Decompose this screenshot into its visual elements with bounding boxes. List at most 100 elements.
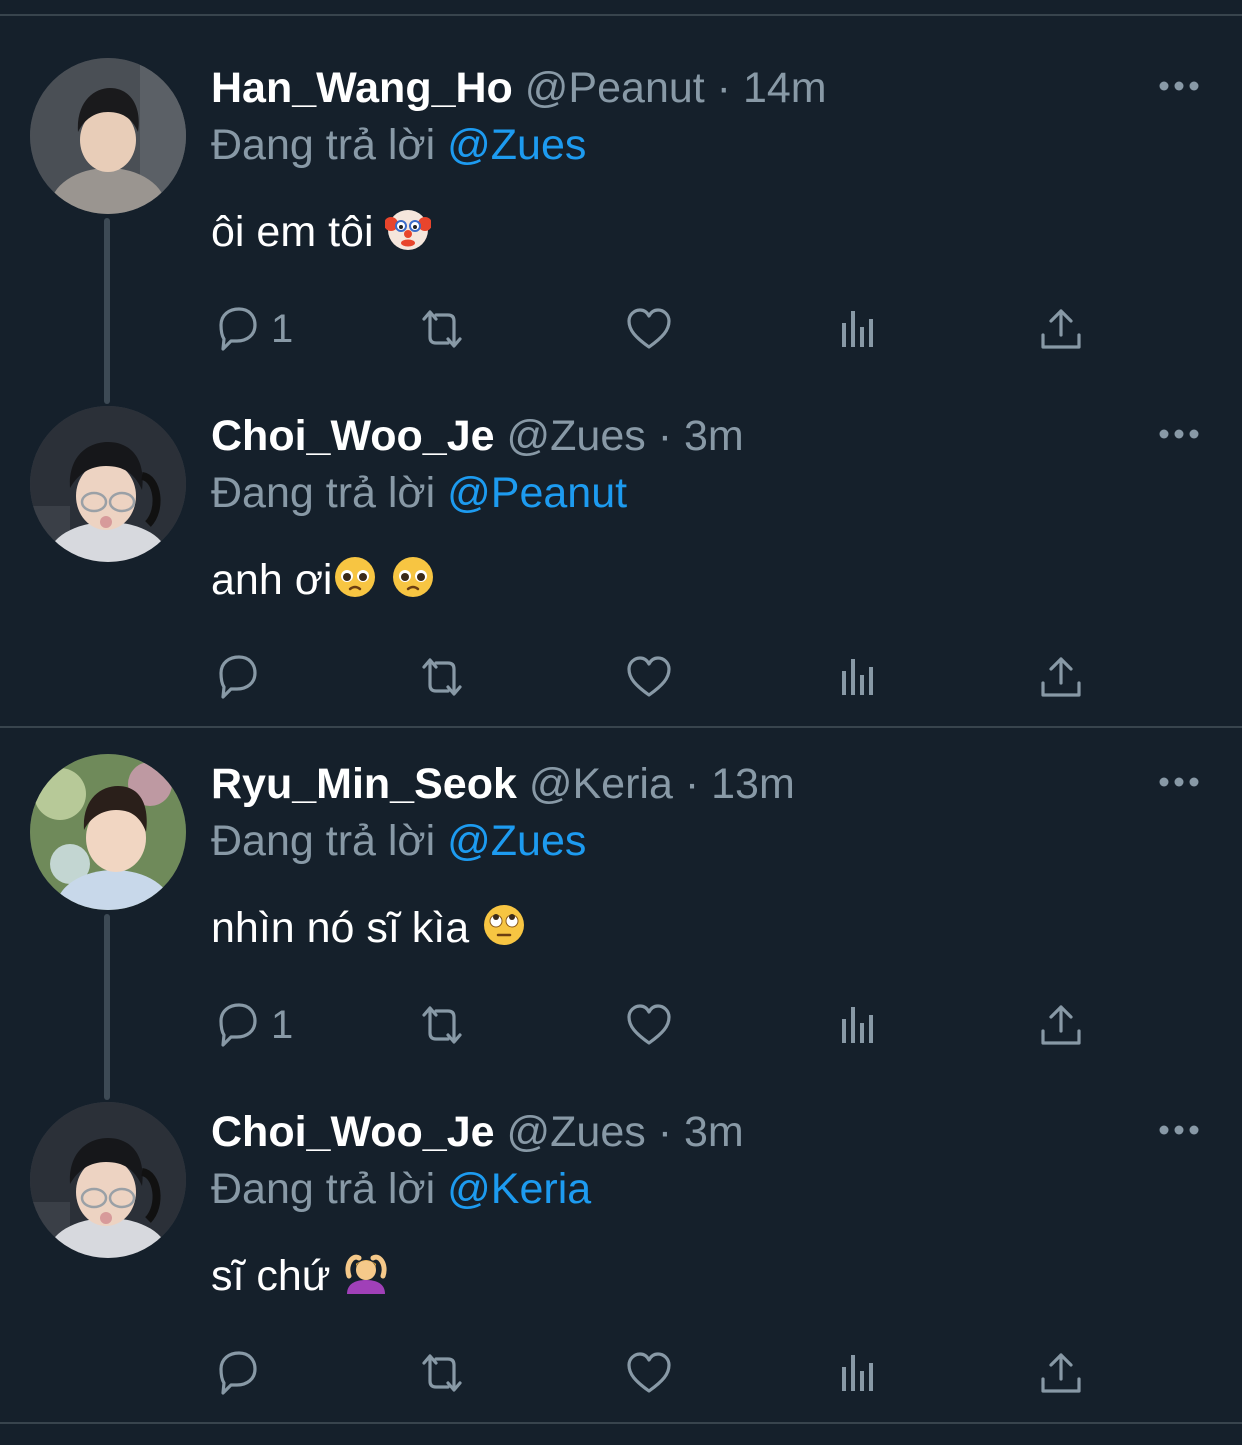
retweet-icon <box>422 1354 462 1392</box>
tweet-header: Choi_Woo_Je @Zues · 3m <box>211 410 744 462</box>
display-name[interactable]: Choi_Woo_Je <box>211 1108 495 1156</box>
user-handle[interactable]: @Zues <box>506 1108 645 1156</box>
tweet-header: Han_Wang_Ho @Peanut · 14m <box>211 62 827 114</box>
replying-to: Đang trả lời @Keria <box>211 1163 591 1215</box>
tweet-text: sĩ chứ <box>211 1250 389 1302</box>
replying-prefix: Đang trả lời <box>211 469 436 517</box>
retweet-icon <box>422 310 462 348</box>
tweet-actions <box>211 1345 1111 1401</box>
person-gesturing-ok-icon <box>345 1254 387 1294</box>
share-button[interactable] <box>1035 649 1087 705</box>
tweet-text-content: sĩ chứ <box>211 1252 331 1300</box>
separator: · <box>684 760 700 808</box>
thread-connector-line <box>104 914 110 1100</box>
retweet-icon <box>422 658 462 696</box>
avatar[interactable] <box>30 58 186 214</box>
tweet-actions: 1 <box>211 301 1111 357</box>
avatar[interactable] <box>30 754 186 910</box>
pleading-face-icon <box>393 557 434 597</box>
share-icon <box>1041 1005 1081 1045</box>
more-icon[interactable] <box>1158 774 1200 790</box>
share-icon <box>1041 309 1081 349</box>
reply-icon <box>219 1003 257 1047</box>
retweet-icon <box>422 1006 462 1044</box>
user-handle[interactable]: @Keria <box>529 760 673 808</box>
tweet-text-content: nhìn nó sĩ kìa <box>211 904 470 952</box>
user-handle[interactable]: @Peanut <box>525 64 705 112</box>
tweet-header: Choi_Woo_Je @Zues · 3m <box>211 1106 744 1158</box>
retweet-button[interactable] <box>416 997 468 1053</box>
reply-icon <box>219 655 257 699</box>
like-button[interactable] <box>623 997 675 1053</box>
tweet-actions <box>211 649 1111 705</box>
reply-button[interactable]: 1 <box>211 301 293 357</box>
top-divider <box>0 14 1242 16</box>
tweet-text-content: anh ơi <box>211 556 333 604</box>
replying-to: Đang trả lời @Zues <box>211 815 586 867</box>
pleading-face-icon <box>335 557 376 597</box>
replying-prefix: Đang trả lời <box>211 1165 436 1213</box>
retweet-button[interactable] <box>416 1345 468 1401</box>
mention-link[interactable]: @Zues <box>447 121 586 169</box>
share-button[interactable] <box>1035 301 1087 357</box>
mention-link[interactable]: @Peanut <box>447 469 627 517</box>
like-icon <box>627 308 671 349</box>
avatar[interactable] <box>30 1102 186 1258</box>
display-name[interactable]: Ryu_Min_Seok <box>211 760 517 808</box>
thread-connector-line <box>104 218 110 404</box>
share-button[interactable] <box>1035 1345 1087 1401</box>
like-button[interactable] <box>623 1345 675 1401</box>
timestamp[interactable]: 3m <box>684 1108 744 1156</box>
reply-icon <box>219 1351 257 1395</box>
like-button[interactable] <box>623 301 675 357</box>
tweet-text: anh ơi <box>211 554 436 606</box>
face-with-rolling-eyes-icon <box>484 905 525 945</box>
more-icon[interactable] <box>1158 78 1200 94</box>
more-icon[interactable] <box>1158 1122 1200 1138</box>
like-button[interactable] <box>623 649 675 705</box>
reply-button[interactable]: 1 <box>211 997 293 1053</box>
display-name[interactable]: Han_Wang_Ho <box>211 64 513 112</box>
analytics-icon <box>842 1355 873 1391</box>
tweet-text-content: ôi em tôi <box>211 208 374 256</box>
tweet-actions: 1 <box>211 997 1111 1053</box>
separator: · <box>657 1108 673 1156</box>
bottom-divider <box>0 1422 1242 1424</box>
user-handle[interactable]: @Zues <box>506 412 645 460</box>
analytics-button[interactable] <box>830 997 882 1053</box>
tweet-text: ôi em tôi <box>211 206 432 258</box>
analytics-icon <box>842 311 873 347</box>
share-icon <box>1041 1353 1081 1393</box>
retweet-button[interactable] <box>416 301 468 357</box>
separator: · <box>716 64 731 112</box>
retweet-button[interactable] <box>416 649 468 705</box>
analytics-icon <box>842 1007 873 1043</box>
share-button[interactable] <box>1035 997 1087 1053</box>
display-name[interactable]: Choi_Woo_Je <box>211 412 495 460</box>
timestamp[interactable]: 13m <box>711 760 795 808</box>
analytics-button[interactable] <box>830 649 882 705</box>
reply-count: 1 <box>271 1002 294 1047</box>
like-icon <box>627 1004 671 1045</box>
avatar[interactable] <box>30 406 186 562</box>
timestamp[interactable]: 14m <box>743 64 827 112</box>
like-icon <box>627 656 671 697</box>
reply-button[interactable] <box>211 1345 271 1401</box>
tweet-text: nhìn nó sĩ kìa <box>211 902 527 954</box>
analytics-icon <box>842 659 873 695</box>
thread-divider <box>0 726 1242 728</box>
analytics-button[interactable] <box>830 301 882 357</box>
mention-link[interactable]: @Zues <box>447 817 586 865</box>
clown-face-icon <box>385 210 432 250</box>
replying-prefix: Đang trả lời <box>211 817 436 865</box>
reply-button[interactable] <box>211 649 271 705</box>
like-icon <box>627 1352 671 1393</box>
analytics-button[interactable] <box>830 1345 882 1401</box>
mention-link[interactable]: @Keria <box>447 1165 591 1213</box>
share-icon <box>1041 657 1081 697</box>
timestamp[interactable]: 3m <box>684 412 744 460</box>
separator: · <box>657 412 673 460</box>
replying-to: Đang trả lời @Peanut <box>211 467 627 519</box>
replying-prefix: Đang trả lời <box>211 121 436 169</box>
more-icon[interactable] <box>1158 426 1200 442</box>
